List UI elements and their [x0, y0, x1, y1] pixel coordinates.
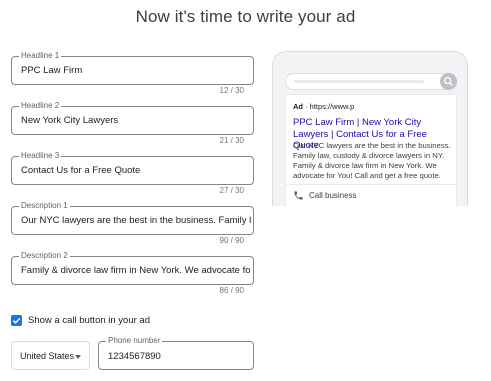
ad-description: Our NYC lawyers are the best in the busi…	[293, 141, 451, 180]
headline-2-counter: 21 / 30	[219, 136, 244, 145]
country-select-value: United States	[20, 351, 75, 361]
description-1-input[interactable]: Our NYC lawyers are the best in the busi…	[21, 215, 251, 226]
headline-1-field[interactable]: Headline 1 PPC Law Firm	[11, 51, 254, 85]
page-title: Now it's time to write your ad	[135, 7, 356, 26]
description-2-field[interactable]: Description 2 Family & divorce law firm …	[11, 251, 254, 285]
dropdown-caret-icon	[75, 355, 81, 359]
ad-display-url: · https://www.p	[305, 102, 355, 111]
phone-number-input[interactable]: 1234567890	[108, 351, 251, 362]
ad-preview-phone: Ad · https://www.p PPC Law Firm | New Yo…	[272, 51, 468, 206]
headline-2-input[interactable]: New York City Lawyers	[21, 115, 251, 126]
headline-1-label: Headline 1	[19, 51, 62, 61]
description-2-input[interactable]: Family & divorce law firm in New York. W…	[21, 265, 251, 276]
checkmark-icon	[12, 317, 21, 324]
call-button-checkbox[interactable]	[11, 315, 22, 326]
preview-search-bar	[285, 73, 457, 90]
search-icon	[440, 73, 457, 90]
description-1-field[interactable]: Description 1 Our NYC lawyers are the be…	[11, 201, 254, 235]
description-2-counter: 86 / 90	[219, 286, 244, 295]
ad-url-line: Ad · https://www.p	[293, 102, 354, 111]
headline-1-counter: 12 / 30	[219, 86, 244, 95]
country-select[interactable]: United States	[11, 341, 90, 370]
description-2-label: Description 2	[19, 251, 70, 261]
divider	[286, 184, 458, 185]
description-1-label: Description 1	[19, 201, 70, 211]
headline-1-input[interactable]: PPC Law Firm	[21, 65, 251, 76]
headline-3-counter: 27 / 30	[219, 186, 244, 195]
search-placeholder-bar	[294, 80, 424, 83]
ad-preview-card: Ad · https://www.p PPC Law Firm | New Yo…	[285, 94, 458, 206]
call-button-checkbox-label[interactable]: Show a call button in your ad	[28, 315, 150, 326]
headline-2-label: Headline 2	[19, 101, 62, 111]
headline-3-field[interactable]: Headline 3 Contact Us for a Free Quote	[11, 151, 254, 185]
headline-3-label: Headline 3	[19, 151, 62, 161]
headline-2-field[interactable]: Headline 2 New York City Lawyers	[11, 101, 254, 135]
headline-3-input[interactable]: Contact Us for a Free Quote	[21, 165, 251, 176]
ad-badge: Ad	[293, 102, 303, 111]
call-business-label: Call business	[309, 191, 357, 200]
phone-number-label: Phone number	[106, 336, 163, 346]
phone-icon	[294, 191, 303, 200]
description-1-counter: 90 / 90	[219, 236, 244, 245]
phone-number-field[interactable]: Phone number 1234567890	[98, 336, 254, 370]
